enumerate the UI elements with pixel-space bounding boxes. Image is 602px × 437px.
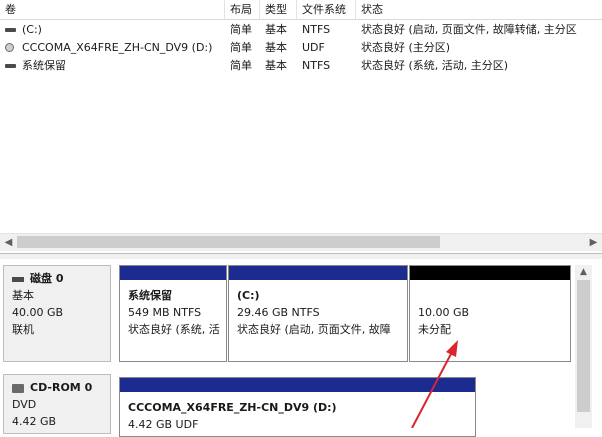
annotation-arrow bbox=[411, 340, 458, 428]
